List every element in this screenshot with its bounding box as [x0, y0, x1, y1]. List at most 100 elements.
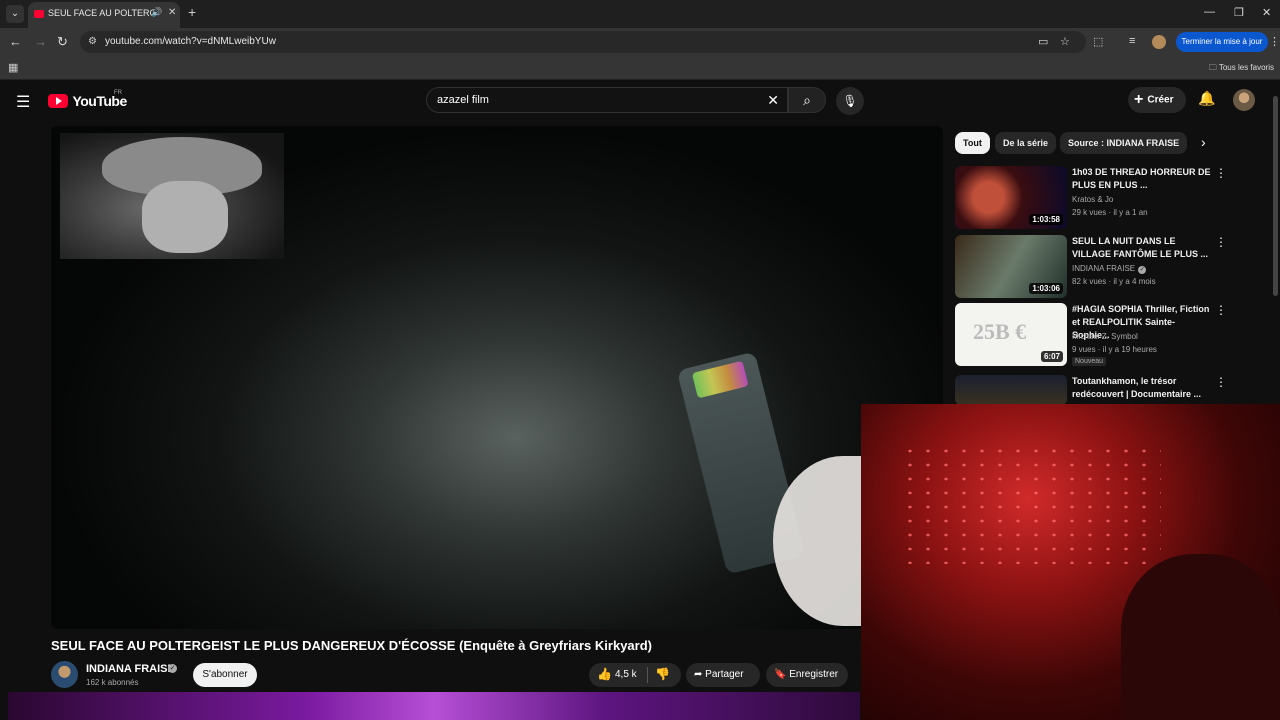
video-inset-camera — [60, 133, 284, 259]
bookmark-icon: 🔖 — [774, 669, 787, 680]
search-icon: ⌕ — [803, 92, 811, 108]
recommendation-title[interactable]: Toutankhamon, le trésor redécouvert | Do… — [1072, 375, 1212, 401]
youtube-play-icon — [48, 93, 68, 108]
video-thumbnail[interactable] — [955, 375, 1067, 405]
chip-all[interactable]: Tout — [955, 132, 990, 154]
video-thumbnail[interactable]: 1:03:58 — [955, 166, 1067, 229]
back-icon[interactable]: ← — [9, 34, 22, 49]
address-bar[interactable]: ⚙ youtube.com/watch?v=dNMLweibYUw — [80, 31, 1086, 53]
media-control-icon[interactable]: ≡ — [1129, 35, 1135, 47]
new-tab-icon[interactable]: + — [188, 4, 196, 20]
recommendation-title[interactable]: 1h03 DE THREAD HORREUR DE PLUS EN PLUS .… — [1072, 166, 1212, 192]
duration-badge: 1:03:06 — [1029, 283, 1063, 294]
youtube-favicon-icon — [34, 10, 44, 18]
face-shape — [142, 181, 228, 253]
more-options-icon[interactable]: ⋮ — [1215, 303, 1227, 317]
profile-avatar[interactable] — [1152, 35, 1166, 49]
chevron-right-icon[interactable]: › — [1201, 134, 1206, 150]
close-tab-icon[interactable]: ✕ — [168, 7, 176, 18]
duration-badge: 1:03:58 — [1029, 214, 1063, 225]
search-query-text: azazel film — [437, 94, 489, 106]
like-dislike-group: 👍 4,5 k 👎 — [589, 663, 681, 687]
site-info-icon[interactable]: ⚙ — [88, 36, 97, 47]
tab-search-button[interactable]: ⌄ — [6, 5, 24, 23]
all-bookmarks-folder[interactable]: 🗀 Tous les favoris — [1209, 62, 1274, 76]
youtube-header: ☰ YouTube FR azazel film ✕ ⌕ 🎙 + Créer 🔔 — [0, 80, 1280, 122]
video-player[interactable] — [51, 126, 943, 629]
reload-icon[interactable]: ↻ — [57, 34, 68, 50]
apps-grid-icon[interactable]: ▦ — [8, 61, 18, 74]
hamburger-menu-icon[interactable]: ☰ — [16, 92, 30, 112]
url-text: youtube.com/watch?v=dNMLweibYUw — [105, 36, 276, 47]
like-count[interactable]: 4,5 k — [615, 669, 637, 680]
recommendation-item[interactable]: 1:03:06 SEUL LA NUIT DANS LE VILLAGE FAN… — [955, 235, 1275, 299]
recommendation-meta: 29 k vues · il y a 1 an — [1072, 208, 1148, 217]
forward-icon[interactable]: → — [34, 34, 47, 49]
address-toolbar: ← → ↻ ⚙ youtube.com/watch?v=dNMLweibYUw … — [0, 28, 1280, 56]
voice-search-button[interactable]: 🎙 — [836, 87, 864, 115]
account-avatar[interactable] — [1233, 89, 1255, 111]
subscribe-button[interactable]: S'abonner — [193, 663, 257, 687]
notifications-bell-icon[interactable]: 🔔 — [1198, 90, 1215, 107]
video-thumbnail[interactable]: 25B € 6:07 — [955, 303, 1067, 366]
description-preview-strip — [8, 692, 860, 720]
browser-menu-icon[interactable]: ⋮ — [1269, 35, 1280, 48]
thumbnail-graphic: 25B € — [973, 319, 1027, 344]
chip-series[interactable]: De la série — [995, 132, 1057, 154]
share-button[interactable]: ➦ Partager — [686, 663, 760, 687]
maximize-icon[interactable]: ❐ — [1234, 6, 1244, 19]
video-thumbnail[interactable]: 1:03:06 — [955, 235, 1067, 298]
verified-check-icon: ✓ — [1138, 266, 1147, 274]
new-badge: Nouveau — [1072, 357, 1107, 366]
create-button[interactable]: + Créer — [1128, 87, 1186, 113]
chip-source[interactable]: Source : INDIANA FRAISE — [1060, 132, 1188, 154]
fairy-lights-shape — [901, 444, 1161, 564]
search-input[interactable]: azazel film ✕ — [426, 87, 788, 113]
minimize-icon[interactable]: — — [1204, 6, 1215, 18]
search-button[interactable]: ⌕ — [788, 87, 826, 113]
clear-search-icon[interactable]: ✕ — [767, 92, 779, 109]
more-options-icon[interactable]: ⋮ — [1215, 375, 1227, 389]
youtube-logo[interactable]: YouTube FR — [48, 90, 127, 110]
save-button[interactable]: 🔖 Enregistrer — [766, 663, 848, 687]
recommendation-channel[interactable]: Michael Z. Symbol — [1072, 332, 1138, 341]
bookmarks-bar: ▦ 🗀 Tous les favoris — [0, 56, 1280, 80]
thumbs-down-icon[interactable]: 👎 — [655, 667, 670, 681]
create-label: Créer — [1147, 94, 1174, 106]
subscriber-count: 162 k abonnés — [86, 678, 139, 687]
recommendation-channel[interactable]: Kratos & Jo — [1072, 195, 1113, 204]
bookmark-star-icon[interactable]: ☆ — [1060, 35, 1070, 48]
emf-led-strip — [691, 360, 749, 399]
update-button[interactable]: Terminer la mise à jour — [1176, 32, 1268, 52]
more-options-icon[interactable]: ⋮ — [1215, 166, 1227, 180]
like-separator — [647, 667, 648, 683]
share-icon: ➦ — [694, 669, 703, 680]
all-bookmarks-label: Tous les favoris — [1218, 63, 1274, 72]
webcam-overlay — [861, 404, 1280, 720]
more-options-icon[interactable]: ⋮ — [1215, 235, 1227, 249]
thumbs-up-icon[interactable]: 👍 — [597, 667, 612, 681]
duration-badge: 6:07 — [1040, 351, 1063, 362]
tab-title: SEUL FACE AU POLTERGEIST — [48, 8, 154, 18]
recommendation-meta: 9 vues · il y a 19 heures — [1072, 345, 1157, 354]
channel-name[interactable]: INDIANA FRAISE — [86, 663, 175, 675]
page-scrollbar[interactable] — [1273, 96, 1278, 296]
recommendation-channel-name: INDIANA FRAISE — [1072, 264, 1136, 273]
extensions-icon[interactable]: ⬚ — [1093, 35, 1103, 48]
audio-playing-icon[interactable]: 🔊 — [151, 7, 162, 18]
video-title: SEUL FACE AU POLTERGEIST LE PLUS DANGERE… — [51, 638, 652, 653]
recommendation-title[interactable]: SEUL LA NUIT DANS LE VILLAGE FANTÔME LE … — [1072, 235, 1212, 261]
recommendation-meta: 82 k vues · il y a 4 mois — [1072, 277, 1156, 286]
folder-icon: 🗀 — [1208, 63, 1217, 72]
recommendation-item[interactable]: 1:03:58 1h03 DE THREAD HORREUR DE PLUS E… — [955, 166, 1275, 230]
verified-check-icon: ✓ — [168, 664, 177, 673]
channel-avatar[interactable] — [51, 661, 78, 688]
recommendation-channel[interactable]: INDIANA FRAISE ✓ — [1072, 264, 1147, 274]
person-silhouette — [1121, 554, 1280, 720]
browser-tab[interactable]: SEUL FACE AU POLTERGEIST 🔊 ✕ — [28, 2, 180, 28]
window-close-icon[interactable]: ✕ — [1262, 6, 1271, 19]
recommendation-item[interactable]: 25B € 6:07 #HAGIA SOPHIA Thriller, Ficti… — [955, 303, 1275, 367]
cast-icon[interactable]: ▭ — [1038, 35, 1048, 48]
microphone-icon: 🎙 — [842, 94, 858, 108]
browser-tab-bar: ⌄ SEUL FACE AU POLTERGEIST 🔊 ✕ + — ❐ ✕ — [0, 0, 1280, 28]
